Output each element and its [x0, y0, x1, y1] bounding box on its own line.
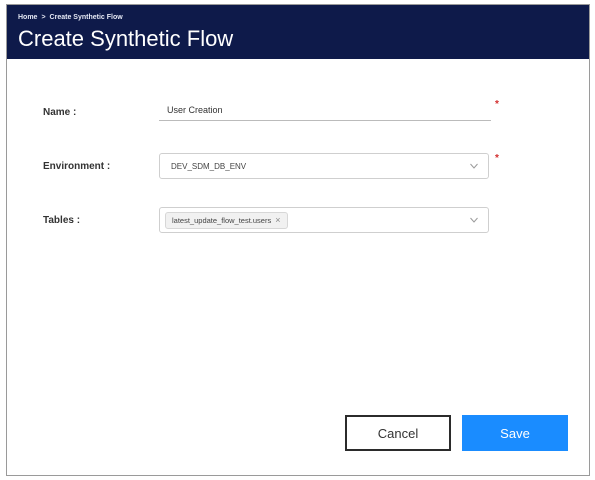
page-header: Home > Create Synthetic Flow Create Synthe… — [7, 5, 589, 59]
breadcrumb-home-link[interactable]: Home — [18, 14, 37, 21]
name-input[interactable] — [159, 99, 491, 121]
chip-remove-icon[interactable]: × — [275, 216, 280, 225]
chevron-down-icon — [470, 163, 478, 169]
tables-label: Tables : — [43, 215, 81, 226]
table-chip-label: latest_update_flow_test.users — [172, 216, 272, 225]
form-content: Name : * Environment : DEV_SDM_DB_ENV * … — [7, 59, 589, 475]
environment-required-mark: * — [495, 153, 499, 164]
tables-multiselect[interactable]: latest_update_flow_test.users × — [159, 207, 489, 233]
name-label: Name : — [43, 107, 77, 118]
environment-selected-value: DEV_SDM_DB_ENV — [171, 162, 247, 171]
table-chip: latest_update_flow_test.users × — [165, 212, 288, 229]
environment-label: Environment : — [43, 161, 111, 172]
environment-select[interactable]: DEV_SDM_DB_ENV — [159, 153, 489, 179]
name-required-mark: * — [495, 99, 499, 110]
cancel-button[interactable]: Cancel — [345, 415, 451, 451]
save-button[interactable]: Save — [462, 415, 568, 451]
breadcrumb: Home > Create Synthetic Flow — [18, 14, 123, 21]
breadcrumb-separator: > — [41, 14, 46, 21]
dialog-window: Home > Create Synthetic Flow Create Synthe… — [6, 4, 590, 476]
page-title: Create Synthetic Flow — [18, 26, 234, 51]
breadcrumb-current: Create Synthetic Flow — [49, 14, 123, 21]
chevron-down-icon — [470, 217, 478, 223]
